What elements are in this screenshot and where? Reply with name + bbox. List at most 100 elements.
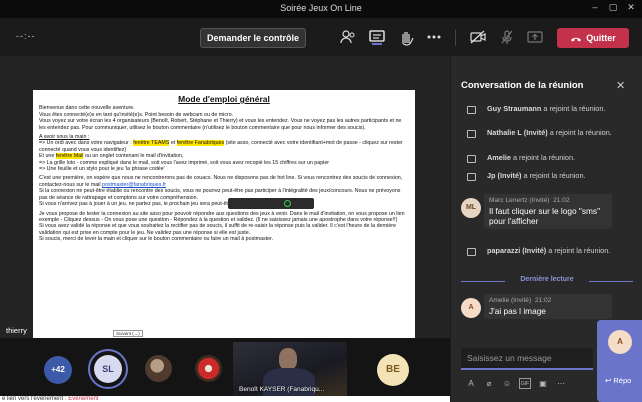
teams-window: Soirée Jeux On Line – ▢ ✕ --:-- Demander… [0, 0, 642, 402]
underlying-page-text: e lien vers l'événement : Evénement [0, 396, 450, 402]
close-window-icon[interactable]: ✕ [624, 2, 638, 13]
participant-name: Jp (Invité) [487, 171, 522, 180]
chat-icon[interactable] [367, 28, 387, 46]
doc-text: ou un onglet contenant le mail d'invitat… [83, 153, 184, 160]
message-input[interactable] [461, 348, 593, 368]
doc-email-link[interactable]: postmaster@fanabriques.fr [102, 182, 166, 188]
title-bar: Soirée Jeux On Line – ▢ ✕ [0, 0, 642, 18]
doc-text: Je vous propose de tester la connexion a… [39, 210, 405, 223]
video-person-head [279, 348, 297, 370]
doc-text: et [169, 140, 177, 147]
leave-meeting-label: Quitter [586, 33, 616, 43]
join-icon [467, 155, 476, 163]
emoji-icon[interactable]: ☺ [501, 378, 513, 389]
doc-text: => La grille loto - comme expliqué dans … [39, 159, 330, 166]
message-text: Il faut cliquer sur le logo "sms" pour l… [489, 206, 601, 226]
chat-message: Amelie (Invité) 21:02 J'ai pas l image [484, 294, 612, 319]
reply-label: Répo [613, 376, 632, 385]
message-avatar[interactable]: ML [461, 198, 481, 218]
doc-paragraph: Bienvenue dans cette nouvelle aventure. … [39, 105, 409, 131]
doc-text: C'est une première, on espère que nous n… [39, 175, 403, 188]
share-screen-icon[interactable] [525, 28, 545, 46]
doc-text: Bienvenue dans cette nouvelle aventure. [39, 105, 135, 112]
message-author: Amelie (Invité) [489, 297, 532, 304]
doc-highlight: fenêtre Fanabriques [176, 140, 225, 147]
doc-text: Vous voyez sur votre écran les 4 organis… [39, 118, 402, 131]
doc-text: => Une feuille et un stylo pour le jeu '… [39, 166, 165, 173]
window-title: Soirée Jeux On Line [280, 3, 362, 13]
video-participant-name: Benoît KAYSER (Fanabriqu... [239, 386, 325, 393]
avatar-photo[interactable] [195, 355, 222, 382]
join-action: a rejoint la réunion. [541, 104, 606, 113]
join-action: a rejoint la réunion. [510, 153, 576, 162]
notification-avatar: A [608, 330, 632, 354]
maximize-icon[interactable]: ▢ [606, 2, 620, 13]
status-dot-icon [284, 200, 291, 207]
underlying-text: e lien vers l'événement : [2, 396, 69, 402]
shared-screen-stage: Mode d'emploi général Bienvenue dans cet… [0, 56, 450, 361]
event-link[interactable]: Evénement [68, 396, 98, 402]
participant-name: paparazzi (Invité) [487, 246, 547, 255]
join-icon [467, 248, 476, 256]
system-message-text: Amelie a rejoint la réunion. [487, 153, 612, 163]
raise-hand-icon[interactable] [396, 28, 416, 46]
join-action: a rejoint la réunion. [521, 171, 586, 180]
more-options-icon[interactable] [424, 28, 444, 46]
join-action: a rejoint la réunion. [546, 246, 611, 255]
join-icon [467, 106, 476, 114]
chat-message: Marc Lenertz (Invité) 21:02 Il faut cliq… [484, 194, 612, 229]
divider-line [589, 281, 633, 282]
more-compose-icon[interactable]: ⋯ [555, 378, 567, 389]
participant-name: Amelie [487, 153, 511, 162]
chat-notification-toast[interactable]: A ↩ Répo [597, 320, 642, 402]
doc-text: Si soucis, merci de lever la main et cli… [39, 236, 274, 243]
message-meta: Marc Lenertz (Invité) 21:02 [489, 197, 607, 204]
format-icon[interactable]: A [465, 378, 477, 389]
toolbar-divider [455, 30, 456, 46]
message-avatar[interactable]: A [461, 298, 481, 318]
participants-icon[interactable] [338, 28, 358, 46]
presenter-name: thierry [6, 326, 27, 335]
participant-video-tile[interactable]: Benoît KAYSER (Fanabriqu... [233, 342, 347, 396]
message-text: J'ai pas l image [489, 306, 546, 316]
avatar-be[interactable]: BE [377, 354, 409, 386]
avatar-photo[interactable] [145, 355, 172, 382]
request-control-button[interactable]: Demander le contrôle [200, 28, 306, 48]
doc-section-heading: A avoir sous la main : [39, 134, 90, 141]
message-time: 21:02 [553, 197, 570, 204]
hang-up-icon [571, 37, 582, 42]
document-toolbar-strip [228, 198, 314, 209]
minimize-icon[interactable]: – [588, 2, 602, 12]
doc-highlight: fenêtre Mail [55, 153, 84, 160]
document-title: Mode d'emploi général [178, 94, 270, 104]
attach-icon[interactable]: ⌀ [483, 378, 495, 389]
meeting-timer: --:-- [16, 31, 36, 41]
avatar-sl[interactable]: SL [94, 355, 122, 383]
system-message-text: paparazzi (Invité) a rejoint la réunion. [487, 246, 612, 256]
message-meta: Amelie (Invité) 21:02 [489, 297, 607, 304]
leave-meeting-button[interactable]: Quitter [557, 28, 629, 48]
doc-text: Si la connexion ne peut-être établie ou … [39, 188, 401, 201]
sticker-icon[interactable]: ▣ [537, 378, 549, 389]
doc-highlight: fenêtre TEAMS [133, 140, 170, 147]
compose-box[interactable] [461, 348, 593, 370]
message-time: 21:02 [534, 297, 552, 304]
chat-title: Conversation de la réunion [461, 80, 584, 91]
join-icon [467, 130, 476, 138]
gif-icon[interactable]: GIF [519, 378, 531, 389]
participant-name: Guy Straumann [487, 104, 542, 113]
join-action: a rejoint la réunion. [547, 128, 612, 137]
doc-text: Vous êtes connecté(e)s en tant qu'invité… [39, 111, 234, 118]
mic-off-icon[interactable] [497, 28, 517, 46]
doc-text: => Un ordi avec dans votre navigateur : [39, 140, 134, 147]
close-chat-icon[interactable]: ✕ [616, 79, 625, 92]
reply-button[interactable]: ↩ Répo [605, 376, 631, 385]
more-participants-button[interactable]: +42 [44, 356, 72, 384]
message-author: Marc Lenertz (Invité) [489, 197, 550, 204]
participant-name: Nathalie L (Invité) [487, 128, 548, 137]
system-message-text: Jp (Invité) a rejoint la réunion. [487, 171, 612, 181]
shared-document: Mode d'emploi général Bienvenue dans cet… [33, 90, 415, 361]
camera-off-icon[interactable] [468, 28, 488, 46]
system-message-text: Guy Straumann a rejoint la réunion. [487, 104, 612, 114]
meeting-toolbar: --:-- Demander le contrôle Quitter [0, 18, 642, 56]
